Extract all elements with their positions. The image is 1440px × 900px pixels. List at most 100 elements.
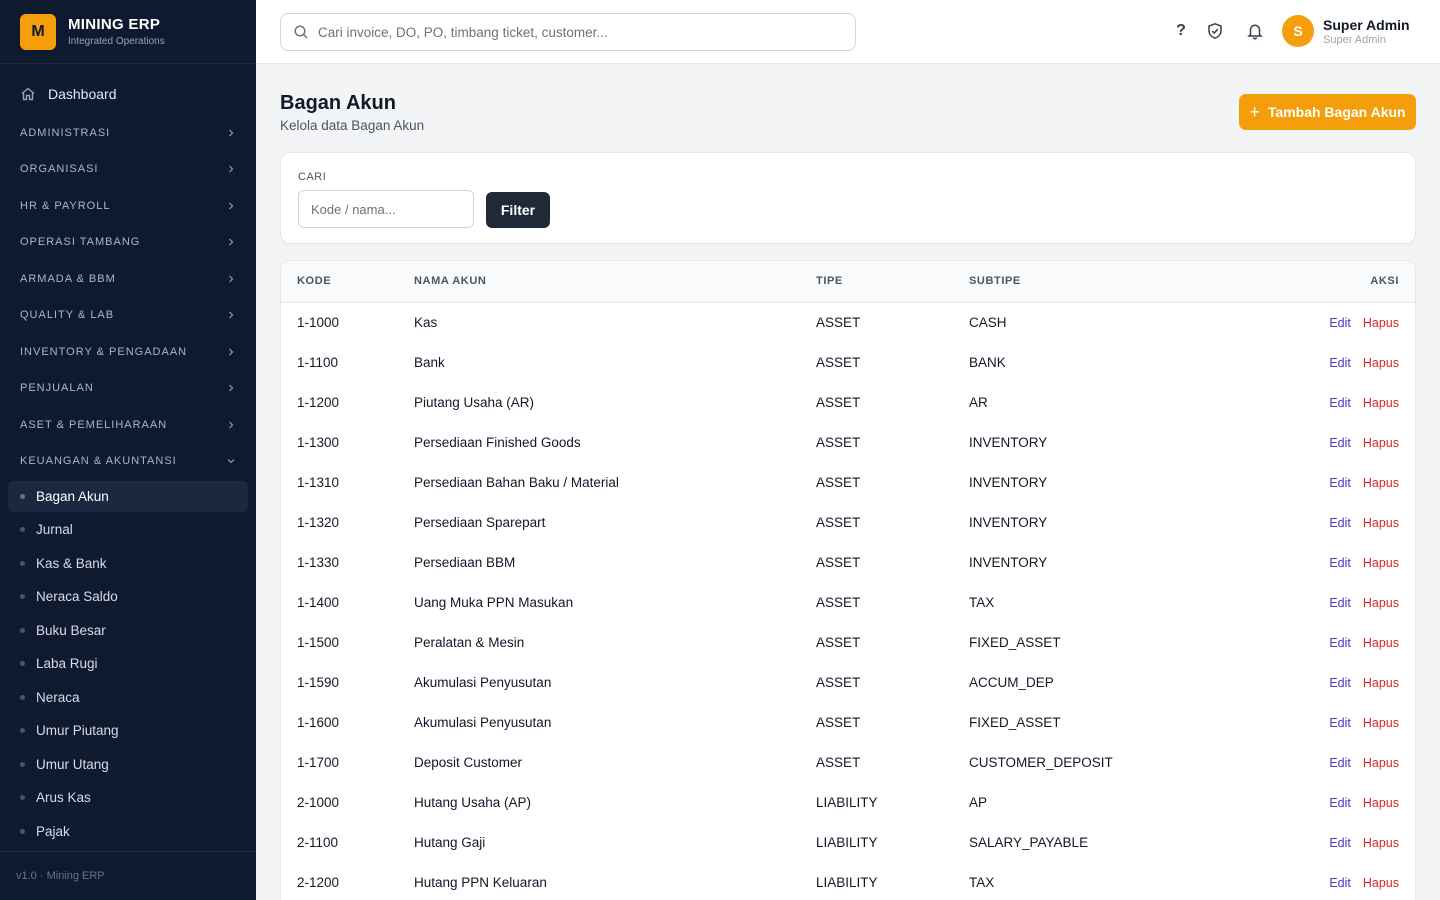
- sidebar-item-jurnal[interactable]: Jurnal: [8, 514, 248, 545]
- delete-link[interactable]: Hapus: [1363, 756, 1399, 770]
- delete-link[interactable]: Hapus: [1363, 716, 1399, 730]
- cell-kode: 1-1700: [297, 754, 340, 770]
- cell-aksi: Edit Hapus: [1269, 742, 1415, 782]
- edit-link[interactable]: Edit: [1329, 796, 1351, 810]
- filter-button[interactable]: Filter: [486, 192, 550, 228]
- shield-check-icon[interactable]: [1204, 20, 1226, 42]
- filter-search-input[interactable]: [298, 190, 474, 228]
- delete-link[interactable]: Hapus: [1363, 396, 1399, 410]
- cell-tipe: ASSET: [816, 754, 861, 770]
- delete-link[interactable]: Hapus: [1363, 516, 1399, 530]
- cell-kode: 1-1310: [297, 474, 340, 490]
- search-box[interactable]: [280, 13, 856, 51]
- cell-tipe: ASSET: [816, 594, 861, 610]
- cell-aksi: Edit Hapus: [1269, 302, 1415, 342]
- sidebar-item-arus-kas[interactable]: Arus Kas: [8, 782, 248, 813]
- sidebar-item-bagan-akun[interactable]: Bagan Akun: [8, 481, 248, 512]
- edit-link[interactable]: Edit: [1329, 356, 1351, 370]
- sidebar-item-label: Umur Utang: [36, 757, 109, 772]
- sidebar-item-dashboard[interactable]: Dashboard: [8, 80, 248, 108]
- sidebar-item-label: Buku Besar: [36, 623, 106, 638]
- cell-nama: Akumulasi Penyusutan: [414, 714, 552, 730]
- cell-nama: Kas: [414, 314, 438, 330]
- edit-link[interactable]: Edit: [1329, 716, 1351, 730]
- sidebar-item-pajak[interactable]: Pajak: [8, 816, 248, 847]
- column-header-subtipe[interactable]: SUBTIPE: [969, 261, 1269, 302]
- edit-link[interactable]: Edit: [1329, 596, 1351, 610]
- bullet-icon: [20, 795, 25, 800]
- delete-link[interactable]: Hapus: [1363, 556, 1399, 570]
- cell-kode: 1-1500: [297, 634, 340, 650]
- sidebar-group-label: KEUANGAN & AKUNTANSI: [20, 455, 177, 467]
- table-row: 1-1300 Persediaan Finished Goods ASSET INVE…: [281, 422, 1415, 462]
- delete-link[interactable]: Hapus: [1363, 436, 1399, 450]
- delete-link[interactable]: Hapus: [1363, 836, 1399, 850]
- sidebar-item-neraca-saldo[interactable]: Neraca Saldo: [8, 581, 248, 612]
- table-row: 2-1100 Hutang Gaji LIABILITY SALARY_PAYABLE…: [281, 822, 1415, 862]
- sidebar-group-label: INVENTORY & PENGADAAN: [20, 346, 188, 358]
- sidebar-item-label: Bagan Akun: [36, 489, 109, 504]
- table-row: 1-1700 Deposit Customer ASSET CUSTOMER_DEPO…: [281, 742, 1415, 782]
- cell-subtipe: INVENTORY: [969, 474, 1048, 490]
- edit-link[interactable]: Edit: [1329, 316, 1351, 330]
- brand-title: MINING ERP: [68, 16, 161, 33]
- sidebar-group-keuangan-and-akuntansi[interactable]: KEUANGAN & AKUNTANSI: [20, 451, 236, 471]
- sidebar-group-inventory-and-pengadaan[interactable]: INVENTORY & PENGADAAN: [20, 342, 236, 362]
- edit-link[interactable]: Edit: [1329, 476, 1351, 490]
- help-icon[interactable]: ?: [1170, 20, 1192, 42]
- sidebar-group-hr-and-payroll[interactable]: HR & PAYROLL: [20, 196, 236, 216]
- cell-kode: 1-1200: [297, 394, 340, 410]
- delete-link[interactable]: Hapus: [1363, 596, 1399, 610]
- edit-link[interactable]: Edit: [1329, 836, 1351, 850]
- sidebar-group-penjualan[interactable]: PENJUALAN: [20, 378, 236, 398]
- sidebar-item-laba-rugi[interactable]: Laba Rugi: [8, 648, 248, 679]
- sidebar-group-aset-and-pemeliharaan[interactable]: ASET & PEMELIHARAAN: [20, 415, 236, 435]
- edit-link[interactable]: Edit: [1329, 396, 1351, 410]
- cell-aksi: Edit Hapus: [1269, 862, 1415, 900]
- cell-subtipe: SALARY_PAYABLE: [969, 834, 1089, 850]
- edit-link[interactable]: Edit: [1329, 876, 1351, 890]
- cell-subtipe: CUSTOMER_DEPOSIT: [969, 754, 1113, 770]
- edit-link[interactable]: Edit: [1329, 756, 1351, 770]
- user-menu[interactable]: S Super Admin Super Admin: [1282, 15, 1410, 47]
- sidebar-group-armada-and-bbm[interactable]: ARMADA & BBM: [20, 269, 236, 289]
- chevron-right-icon: [226, 201, 236, 211]
- bell-icon[interactable]: [1244, 20, 1266, 42]
- edit-link[interactable]: Edit: [1329, 436, 1351, 450]
- edit-link[interactable]: Edit: [1329, 556, 1351, 570]
- sidebar-item-label: Neraca Saldo: [36, 589, 118, 604]
- sidebar-group-operasi-tambang[interactable]: OPERASI TAMBANG: [20, 232, 236, 252]
- sidebar-item-umur-utang[interactable]: Umur Utang: [8, 749, 248, 780]
- column-header-nama[interactable]: NAMA AKUN: [414, 261, 816, 302]
- add-account-button[interactable]: + Tambah Bagan Akun: [1239, 94, 1416, 130]
- cell-aksi: Edit Hapus: [1269, 502, 1415, 542]
- chevron-down-icon: [226, 456, 236, 466]
- edit-link[interactable]: Edit: [1329, 636, 1351, 650]
- sidebar-group-organisasi[interactable]: ORGANISASI: [20, 159, 236, 179]
- delete-link[interactable]: Hapus: [1363, 636, 1399, 650]
- page-subtitle: Kelola data Bagan Akun: [280, 118, 425, 133]
- delete-link[interactable]: Hapus: [1363, 676, 1399, 690]
- column-header-kode[interactable]: KODE: [281, 261, 414, 302]
- cell-nama: Peralatan & Mesin: [414, 634, 525, 650]
- delete-link[interactable]: Hapus: [1363, 476, 1399, 490]
- search-input[interactable]: [318, 24, 838, 40]
- delete-link[interactable]: Hapus: [1363, 876, 1399, 890]
- chevron-right-icon: [226, 383, 236, 393]
- delete-link[interactable]: Hapus: [1363, 316, 1399, 330]
- sidebar-item-kas-and-bank[interactable]: Kas & Bank: [8, 548, 248, 579]
- sidebar-group-administrasi[interactable]: ADMINISTRASI: [20, 123, 236, 143]
- sidebar-group-label: ORGANISASI: [20, 163, 99, 175]
- sidebar-item-buku-besar[interactable]: Buku Besar: [8, 615, 248, 646]
- edit-link[interactable]: Edit: [1329, 676, 1351, 690]
- edit-link[interactable]: Edit: [1329, 516, 1351, 530]
- delete-link[interactable]: Hapus: [1363, 356, 1399, 370]
- column-header-tipe[interactable]: TIPE: [816, 261, 969, 302]
- table-row: 1-1400 Uang Muka PPN Masukan ASSET TAX Edit H…: [281, 582, 1415, 622]
- chevron-right-icon: [226, 128, 236, 138]
- sidebar-item-umur-piutang[interactable]: Umur Piutang: [8, 715, 248, 746]
- cell-nama: Hutang Usaha (AP): [414, 794, 532, 810]
- delete-link[interactable]: Hapus: [1363, 796, 1399, 810]
- sidebar-item-neraca[interactable]: Neraca: [8, 682, 248, 713]
- sidebar-group-quality-and-lab[interactable]: QUALITY & LAB: [20, 305, 236, 325]
